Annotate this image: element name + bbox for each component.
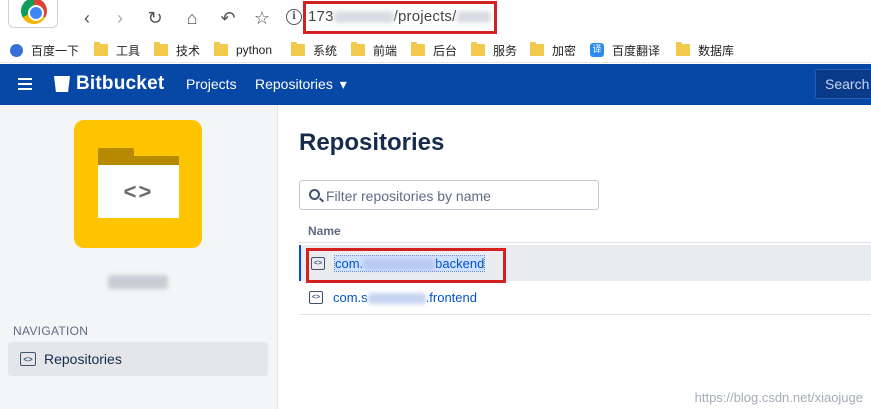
repo-icon: <>	[309, 291, 323, 304]
watermark: https://blog.csdn.net/xiaojuge	[694, 390, 863, 405]
sidebar: <> NAVIGATION <> Repositories	[0, 105, 278, 409]
sidebar-item-repositories[interactable]: <> Repositories	[8, 342, 268, 376]
bookmark-label: 技术	[176, 43, 201, 58]
repo-annotation-box	[306, 248, 506, 283]
filter-box[interactable]	[299, 180, 599, 210]
folder-icon	[411, 42, 425, 56]
bookmark-services[interactable]: 服务	[471, 41, 517, 59]
home-icon[interactable]: ⌂	[180, 6, 204, 30]
info-icon[interactable]: i	[286, 9, 302, 25]
bookmark-label: 百度一下	[31, 43, 80, 58]
folder-icon	[351, 42, 365, 56]
bookmark-database[interactable]: 数据库	[676, 41, 734, 59]
bitbucket-icon	[54, 76, 70, 92]
bitbucket-logo[interactable]: Bitbucket	[54, 73, 164, 95]
app-header: Bitbucket Projects Repositories ▾ Search	[0, 64, 871, 105]
repo-row[interactable]: <> com.s .frontend	[299, 281, 871, 315]
nav-projects[interactable]: Projects	[186, 76, 237, 92]
bookmark-baidu[interactable]: 百度一下	[10, 41, 79, 59]
bookmark-label: 前端	[373, 43, 398, 58]
search-input[interactable]: Search	[815, 69, 871, 99]
column-header-name[interactable]: Name	[308, 224, 341, 238]
bookmark-label: python	[236, 43, 273, 57]
code-glyph: <>	[98, 165, 179, 218]
sidebar-item-label: Repositories	[44, 351, 122, 367]
bookmark-label: 系统	[313, 43, 338, 58]
browser-toolbar: ‹ › ↻ ⌂ ↶ ☆ i 173/projects/	[0, 0, 871, 37]
reload-icon[interactable]: ↻	[143, 6, 167, 30]
back-icon[interactable]: ‹	[75, 6, 99, 30]
bookmark-label: 后台	[433, 43, 458, 58]
brand-name: Bitbucket	[76, 73, 165, 94]
folder-icon	[676, 42, 690, 56]
nav-repositories-label: Repositories	[255, 76, 333, 92]
bookmark-fanyi[interactable]: 译百度翻译	[590, 41, 660, 59]
bookmark-system[interactable]: 系统	[291, 41, 337, 59]
folder-icon	[291, 42, 305, 56]
folder-icon	[94, 42, 108, 56]
page-title: Repositories	[299, 129, 445, 156]
bookmark-backend[interactable]: 后台	[411, 41, 457, 59]
bookmark-crypto[interactable]: 加密	[530, 41, 576, 59]
nav-repositories[interactable]: Repositories ▾	[255, 76, 347, 93]
project-avatar: <>	[74, 120, 202, 248]
url-annotation-box	[303, 1, 497, 34]
bookmark-label: 百度翻译	[612, 43, 661, 58]
redacted-repo-name	[367, 293, 426, 305]
browser-logo	[8, 0, 58, 28]
repo-link-frontend[interactable]: com.s .frontend	[333, 290, 477, 305]
bookmark-tech[interactable]: 技术	[154, 41, 200, 59]
bookmark-python[interactable]: python	[214, 41, 272, 59]
nav-heading: NAVIGATION	[13, 324, 89, 338]
project-name-redacted	[108, 273, 170, 293]
chevron-down-icon: ▾	[339, 76, 347, 92]
baidu-icon	[10, 43, 23, 57]
bookmark-frontend[interactable]: 前端	[351, 41, 397, 59]
folder-icon	[214, 42, 228, 56]
divider	[299, 242, 871, 243]
bookmark-label: 数据库	[698, 43, 735, 58]
search-icon	[309, 189, 320, 200]
bookmark-label: 服务	[493, 43, 518, 58]
bookmark-label: 加密	[552, 43, 577, 58]
folder-icon	[530, 42, 544, 56]
undo-icon[interactable]: ↶	[216, 6, 240, 30]
folder-icon	[154, 42, 168, 56]
bookmark-tools[interactable]: 工具	[94, 41, 140, 59]
folder-icon	[471, 42, 485, 56]
code-icon: <>	[20, 352, 36, 366]
menu-icon[interactable]	[18, 78, 32, 90]
bookmarks-bar: 百度一下 工具 技术 python 系统 前端 后台 服务 加密 译百度翻译 数…	[0, 37, 871, 63]
fanyi-icon: 译	[590, 43, 604, 57]
chrome-icon	[21, 0, 47, 24]
forward-icon[interactable]: ›	[108, 6, 132, 30]
bookmark-label: 工具	[116, 43, 141, 58]
filter-input[interactable]	[326, 186, 591, 206]
star-icon[interactable]: ☆	[250, 6, 274, 30]
folder-code-icon: <>	[98, 148, 179, 218]
